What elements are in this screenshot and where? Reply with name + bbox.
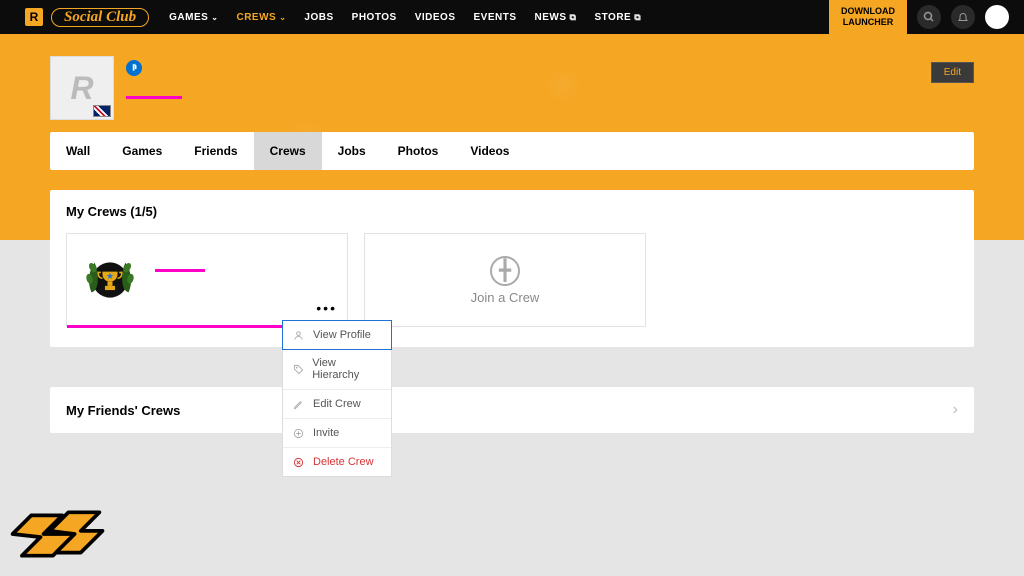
plus-circle-icon: [293, 428, 305, 439]
dropdown-item-label: Delete Crew: [313, 456, 374, 468]
crew-name: [155, 269, 205, 272]
dropdown-view-profile[interactable]: View Profile: [282, 320, 392, 350]
join-crew-card[interactable]: ╋ Join a Crew: [364, 233, 646, 327]
x-circle-icon: [293, 457, 305, 468]
nav-crews[interactable]: CREWS⌄: [236, 12, 286, 23]
chevron-down-icon: ⌄: [211, 13, 218, 22]
rockstar-logo-icon[interactable]: R: [25, 8, 43, 26]
profile-username: [126, 96, 182, 99]
tab-wall[interactable]: Wall: [50, 132, 106, 170]
social-club-logo[interactable]: Social Club: [51, 8, 149, 27]
crews-row: ••• ╋ Join a Crew: [66, 233, 958, 327]
watermark-logo-icon: [6, 503, 106, 570]
join-crew-label: Join a Crew: [471, 290, 540, 305]
notifications-icon[interactable]: [951, 5, 975, 29]
dropdown-item-label: Edit Crew: [313, 398, 361, 410]
friends-crews-title: My Friends' Crews: [66, 403, 180, 418]
tab-crews[interactable]: Crews: [254, 132, 322, 170]
avatar-placeholder-icon: R: [70, 70, 93, 107]
nav-events[interactable]: EVENTS: [474, 12, 517, 23]
edit-profile-button[interactable]: Edit: [931, 62, 974, 83]
dropdown-invite[interactable]: Invite: [283, 419, 391, 448]
external-link-icon: ⧉: [570, 12, 577, 23]
tab-games[interactable]: Games: [106, 132, 178, 170]
nav-links: GAMES⌄ CREWS⌄ JOBS PHOTOS VIDEOS EVENTS NEWS⧉ S…: [169, 12, 641, 23]
plus-circle-icon: ╋: [490, 256, 520, 286]
nav-jobs[interactable]: JOBS: [304, 12, 333, 23]
nav-videos[interactable]: VIDEOS: [415, 12, 456, 23]
crew-more-button[interactable]: •••: [316, 300, 337, 316]
external-link-icon: ⧉: [634, 12, 641, 23]
dropdown-delete-crew[interactable]: Delete Crew: [283, 448, 391, 476]
dropdown-item-label: Invite: [313, 427, 339, 439]
nav-games[interactable]: GAMES⌄: [169, 12, 218, 23]
crew-card[interactable]: •••: [66, 233, 348, 327]
crew-actions-dropdown: View Profile View Hierarchy Edit Crew Invit…: [282, 320, 392, 477]
my-crews-title: My Crews (1/5): [66, 204, 958, 219]
user-icon: [293, 330, 305, 341]
my-crews-panel: My Crews (1/5): [50, 190, 974, 347]
country-flag-icon: [93, 105, 111, 117]
tab-videos[interactable]: Videos: [454, 132, 525, 170]
crew-emblem-icon: [79, 249, 141, 311]
search-icon[interactable]: [917, 5, 941, 29]
download-line1: DOWNLOAD: [841, 6, 895, 17]
friends-crews-panel[interactable]: My Friends' Crews ›: [50, 387, 974, 433]
pencil-icon: [293, 399, 305, 410]
chevron-down-icon: ⌄: [279, 13, 286, 22]
playstation-badge-icon: [126, 60, 142, 76]
nav-store[interactable]: STORE⧉: [594, 12, 641, 23]
dropdown-item-label: View Hierarchy: [312, 357, 381, 381]
user-avatar-button[interactable]: [985, 5, 1009, 29]
top-header: R Social Club GAMES⌄ CREWS⌄ JOBS PHOTOS VIDE…: [0, 0, 1024, 34]
profile-info: [126, 60, 182, 99]
dropdown-item-label: View Profile: [313, 329, 371, 341]
header-right: DOWNLOAD LAUNCHER: [829, 0, 1009, 34]
profile-tabs: WallGamesFriendsCrewsJobsPhotosVideos: [50, 132, 974, 170]
tab-friends[interactable]: Friends: [178, 132, 253, 170]
tab-photos[interactable]: Photos: [382, 132, 455, 170]
nav-photos[interactable]: PHOTOS: [352, 12, 397, 23]
dropdown-view-hierarchy[interactable]: View Hierarchy: [283, 349, 391, 390]
tag-icon: [293, 364, 304, 375]
tab-jobs[interactable]: Jobs: [322, 132, 382, 170]
download-launcher-button[interactable]: DOWNLOAD LAUNCHER: [829, 0, 907, 34]
dropdown-edit-crew[interactable]: Edit Crew: [283, 390, 391, 419]
download-line2: LAUNCHER: [843, 17, 894, 28]
content-area: WallGamesFriendsCrewsJobsPhotosVideos My…: [50, 132, 974, 433]
chevron-right-icon: ›: [953, 401, 958, 419]
crew-info: [155, 269, 205, 292]
profile-avatar[interactable]: R: [50, 56, 114, 120]
nav-news[interactable]: NEWS⧉: [535, 12, 577, 23]
profile-area: R: [50, 56, 182, 120]
